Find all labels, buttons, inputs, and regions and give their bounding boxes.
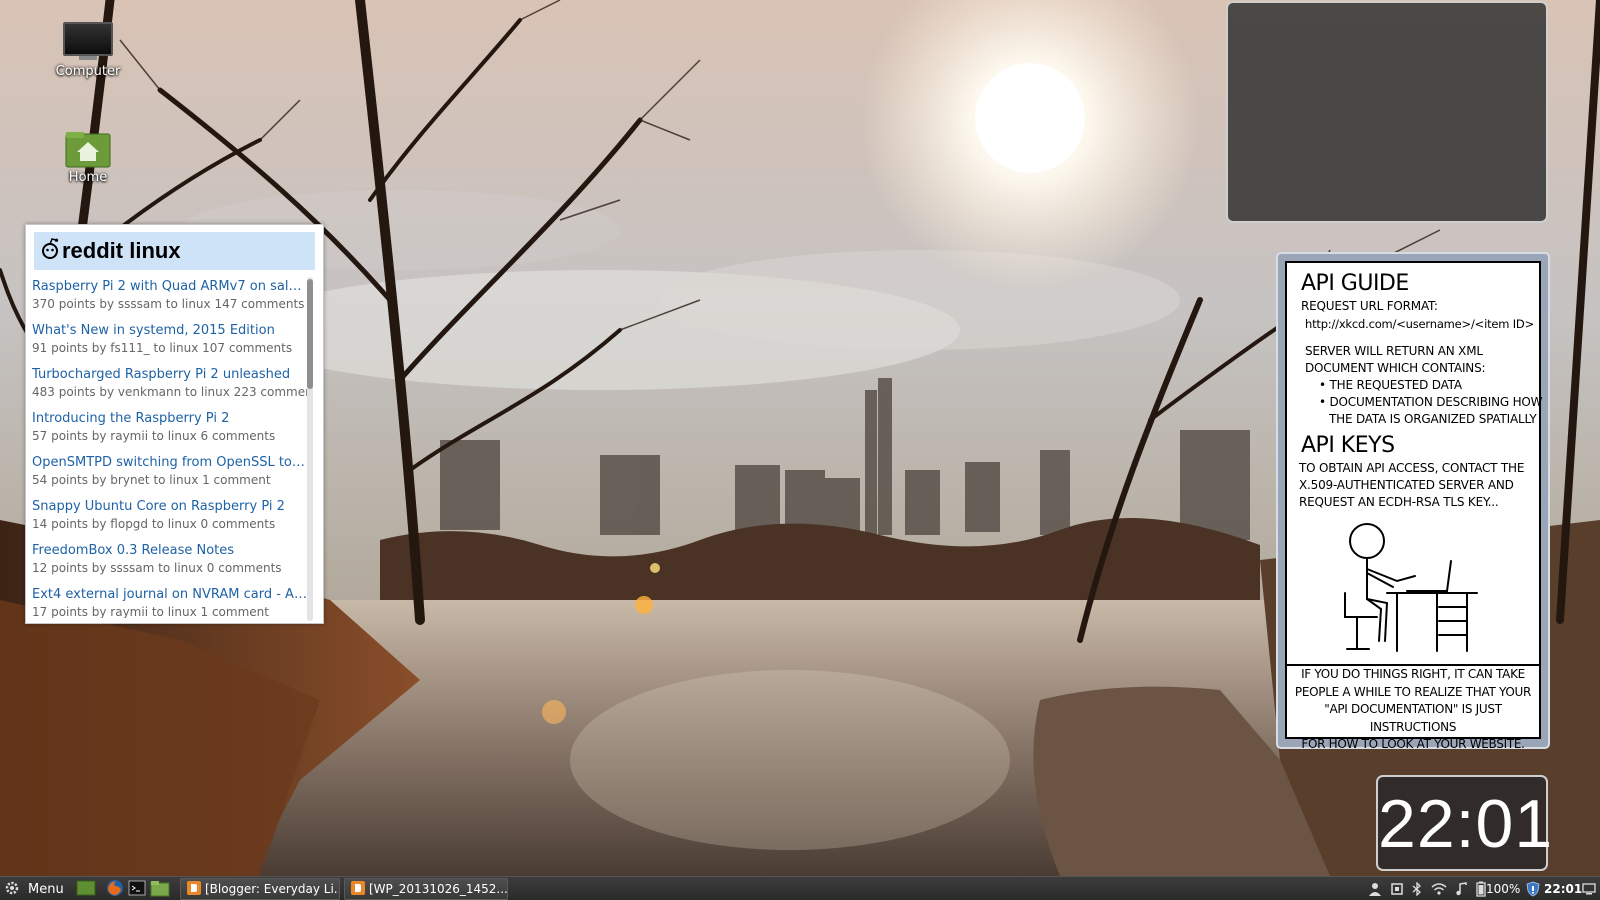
desktop-icon-computer[interactable]: Computer (40, 22, 136, 79)
desktop-clock-widget: 22:01 (1376, 775, 1552, 871)
terminal-launcher[interactable] (128, 879, 148, 899)
desktop-icon-label: Computer (55, 64, 121, 79)
comic-caption-line: FOR HOW TO LOOK AT YOUR WEBSITE. (1301, 737, 1525, 751)
comic-text: SERVER WILL RETURN AN XML (1305, 344, 1483, 358)
reddit-post-meta: 370 points by ssssam to linux 147 commen… (32, 297, 305, 311)
comic-caption-line: PEOPLE A WHILE TO REALIZE THAT YOUR (1294, 684, 1532, 699)
taskbar: Menu [Blogger: Everyday Li... [WP_201310… (0, 876, 1600, 900)
reddit-post-list[interactable]: Raspberry Pi 2 with Quad ARMv7 on sale n… (32, 278, 307, 618)
comic-text: REQUEST URL FORMAT: (1301, 299, 1438, 313)
reddit-post-title[interactable]: Snappy Ubuntu Core on Raspberry Pi 2 (32, 498, 307, 516)
reddit-post[interactable]: What's New in systemd, 2015 Edition 91 p… (32, 322, 307, 366)
reddit-title: reddit linux (62, 238, 181, 263)
stick-figure-illustration (1344, 523, 1478, 652)
comic-heading: API GUIDE (1301, 271, 1409, 296)
firefox-icon (106, 879, 124, 900)
bluetooth-icon[interactable] (1408, 880, 1426, 898)
user-icon[interactable] (1366, 880, 1384, 898)
reddit-header: reddit linux (34, 232, 315, 270)
computer-icon (63, 22, 113, 62)
firefox-launcher[interactable] (106, 879, 126, 899)
reddit-post-meta: 12 points by ssssam to linux 0 comments (32, 561, 282, 575)
reddit-alien-icon (40, 238, 60, 264)
gear-icon (4, 880, 20, 899)
blogger-icon (187, 880, 201, 898)
network-drive-icon[interactable] (1388, 880, 1406, 898)
files-icon (150, 879, 170, 900)
reddit-widget: reddit linux Raspberry Pi 2 with Quad AR… (25, 224, 324, 624)
comic-text: TO OBTAIN API ACCESS, CONTACT THE (1299, 461, 1525, 475)
xkcd-comic-widget: API GUIDE REQUEST URL FORMAT: http://xkc… (1276, 252, 1550, 751)
reddit-post-title[interactable]: Turbocharged Raspberry Pi 2 unleashed (32, 366, 307, 384)
show-desktop-launcher[interactable] (76, 879, 96, 899)
show-desktop-icon (76, 879, 96, 900)
xkcd-comic-panel: API GUIDE REQUEST URL FORMAT: http://xkc… (1285, 261, 1543, 751)
shield-icon[interactable] (1524, 880, 1542, 898)
taskbar-window-label: [WP_20131026_1452... (369, 882, 508, 896)
reddit-post-title[interactable]: FreedomBox 0.3 Release Notes (32, 542, 307, 560)
menu-label: Menu (28, 881, 64, 897)
reddit-scrollbar-thumb[interactable] (307, 279, 313, 389)
comic-text: • THE REQUESTED DATA (1319, 378, 1462, 392)
reddit-post-title[interactable]: Introducing the Raspberry Pi 2 (32, 410, 307, 428)
reddit-post-meta: 483 points by venkmann to linux 223 comm… (32, 385, 307, 399)
home-folder-icon (65, 130, 111, 168)
comic-text: THE DATA IS ORGANIZED SPATIALLY (1329, 412, 1537, 426)
comic-heading: API KEYS (1301, 433, 1395, 458)
comic-caption: IF YOU DO THINGS RIGHT, IT CAN TAKE PEOP… (1287, 664, 1539, 751)
taskbar-window-wp-image[interactable]: [WP_20131026_1452... (344, 878, 508, 900)
comic-caption-line: "API DOCUMENTATION" IS JUST INSTRUCTIONS (1324, 702, 1502, 734)
reddit-post-meta: 91 points by fs111_ to linux 107 comment… (32, 341, 293, 355)
comic-caption-line: IF YOU DO THINGS RIGHT, IT CAN TAKE (1301, 667, 1525, 681)
reddit-scrollbar[interactable] (307, 277, 313, 621)
menu-button[interactable]: Menu (4, 877, 64, 900)
show-desktop-icon[interactable] (1580, 880, 1598, 898)
music-icon[interactable] (1452, 880, 1470, 898)
reddit-post-meta: 54 points by brynet to linux 1 comment (32, 473, 271, 487)
reddit-post-title[interactable]: Ext4 external journal on NVRAM card - AR… (32, 586, 307, 604)
reddit-post-meta: 17 points by raymii to linux 1 comment (32, 605, 269, 618)
blogger-icon (351, 880, 365, 898)
comic-text: http://xkcd.com/<username>/<item ID> (1305, 317, 1535, 331)
reddit-post[interactable]: Ext4 external journal on NVRAM card - AR… (32, 586, 307, 618)
reddit-post[interactable]: Raspberry Pi 2 with Quad ARMv7 on sale n… (32, 278, 307, 322)
reddit-post-title[interactable]: Raspberry Pi 2 with Quad ARMv7 on sale n… (32, 278, 307, 296)
reddit-post[interactable]: Turbocharged Raspberry Pi 2 unleashed 48… (32, 366, 307, 410)
desktop-icon-home[interactable]: Home (40, 130, 136, 185)
reddit-post[interactable]: FreedomBox 0.3 Release Notes 12 points b… (32, 542, 307, 586)
comic-text: • DOCUMENTATION DESCRIBING HOW (1319, 395, 1543, 409)
comic-text: REQUEST AN ECDH-RSA TLS KEY... (1299, 495, 1499, 509)
reddit-post-title[interactable]: OpenSMTPD switching from OpenSSL to Li..… (32, 454, 307, 472)
taskbar-window-label: [Blogger: Everyday Li... (205, 882, 340, 896)
wifi-icon[interactable] (1430, 880, 1448, 898)
reddit-post[interactable]: Snappy Ubuntu Core on Raspberry Pi 2 14 … (32, 498, 307, 542)
files-launcher[interactable] (150, 879, 170, 899)
taskbar-clock[interactable]: 22:01 (1544, 877, 1582, 900)
desktop-icon-label: Home (68, 170, 108, 185)
comic-text: X.509-AUTHENTICATED SERVER AND (1299, 478, 1514, 492)
reddit-post-meta: 57 points by raymii to linux 6 comments (32, 429, 276, 443)
reddit-post-title[interactable]: What's New in systemd, 2015 Edition (32, 322, 307, 340)
comic-text: DOCUMENT WHICH CONTAINS: (1305, 361, 1486, 375)
desktop-preview-widget (1226, 1, 1548, 223)
terminal-icon (128, 879, 146, 900)
reddit-post-meta: 14 points by flopgd to linux 0 comments (32, 517, 276, 531)
taskbar-window-blogger[interactable]: [Blogger: Everyday Li... (180, 878, 340, 900)
reddit-post[interactable]: OpenSMTPD switching from OpenSSL to Li..… (32, 454, 307, 498)
battery-percentage: 100% (1486, 882, 1521, 896)
reddit-post[interactable]: Introducing the Raspberry Pi 2 57 points… (32, 410, 307, 454)
